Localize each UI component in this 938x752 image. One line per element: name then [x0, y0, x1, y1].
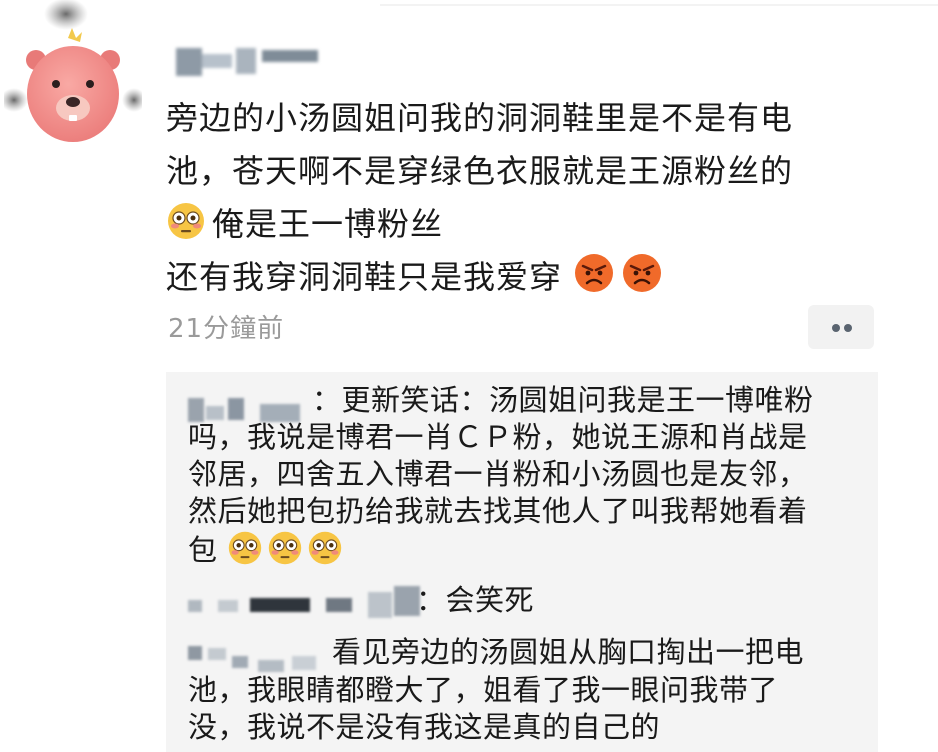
comment-text: ：会笑死	[416, 583, 535, 617]
post-line: 池，苍天啊不是穿绿色衣服就是王源粉丝的	[166, 152, 794, 190]
comment-author-blurred[interactable]	[188, 584, 424, 620]
flushed-face-emoji-icon	[229, 531, 262, 565]
post-line: 旁边的小汤圆姐问我的洞洞鞋里是不是有电	[166, 99, 794, 137]
comment-line: 吗，我说是博君一肖ＣＰ粉，她说王源和肖战是	[188, 420, 808, 454]
angry-face-emoji-icon	[575, 254, 614, 292]
flushed-face-emoji-icon	[168, 203, 204, 239]
avatar[interactable]	[4, 0, 142, 150]
comments-section: ：更新笑话：汤圆姐问我是王一博唯粉 吗，我说是博君一肖ＣＰ粉，她说王源和肖战是 …	[166, 372, 878, 752]
comment-line: ：更新笑话：汤圆姐问我是王一博唯粉	[312, 382, 814, 419]
post-line-with-emoji: 还有我穿洞洞鞋只是我爱穿	[166, 251, 866, 304]
more-dots-icon	[844, 324, 852, 332]
comment-colon: ：	[312, 383, 342, 417]
flushed-face-emoji-icon	[269, 531, 302, 565]
post-timestamp: 21分鐘前	[168, 314, 285, 344]
comment-line: 看见旁边的汤圆姐从胸口掏出一把电	[332, 635, 805, 669]
post-line-with-emoji: 俺是王一博粉丝	[166, 198, 866, 251]
comment-line: 然后她把包扔给我就去找其他人了叫我帮她看着	[188, 494, 808, 528]
comment-text: 包	[188, 533, 218, 567]
blurred-username[interactable]	[172, 44, 322, 80]
comment-line: 邻居，四舍五入博君一肖粉和小汤圆也是友邻，	[188, 457, 808, 491]
more-options-button[interactable]	[808, 305, 874, 349]
comment-text: 更新笑话：汤圆姐问我是王一博唯粉	[341, 383, 814, 417]
post-line-text: 俺是王一博粉丝	[212, 205, 444, 243]
angry-face-emoji-icon	[623, 254, 662, 292]
post-line-text: 还有我穿洞洞鞋只是我爱穿	[166, 258, 563, 296]
comment-line: 没，我说不是没有我这是真的自己的	[188, 710, 661, 744]
more-dots-icon	[832, 324, 840, 332]
comment-line: 池，我眼睛都瞪大了，姐看了我一眼问我带了	[188, 673, 779, 707]
flushed-face-emoji-icon	[309, 531, 342, 565]
post-body: 旁边的小汤圆姐问我的洞洞鞋里是不是有电 池，苍天啊不是穿绿色衣服就是王源粉丝的 …	[166, 92, 866, 304]
comment-line-with-emoji: 包	[188, 530, 347, 569]
top-divider	[380, 4, 938, 6]
comment-author-blurred[interactable]	[188, 634, 338, 674]
